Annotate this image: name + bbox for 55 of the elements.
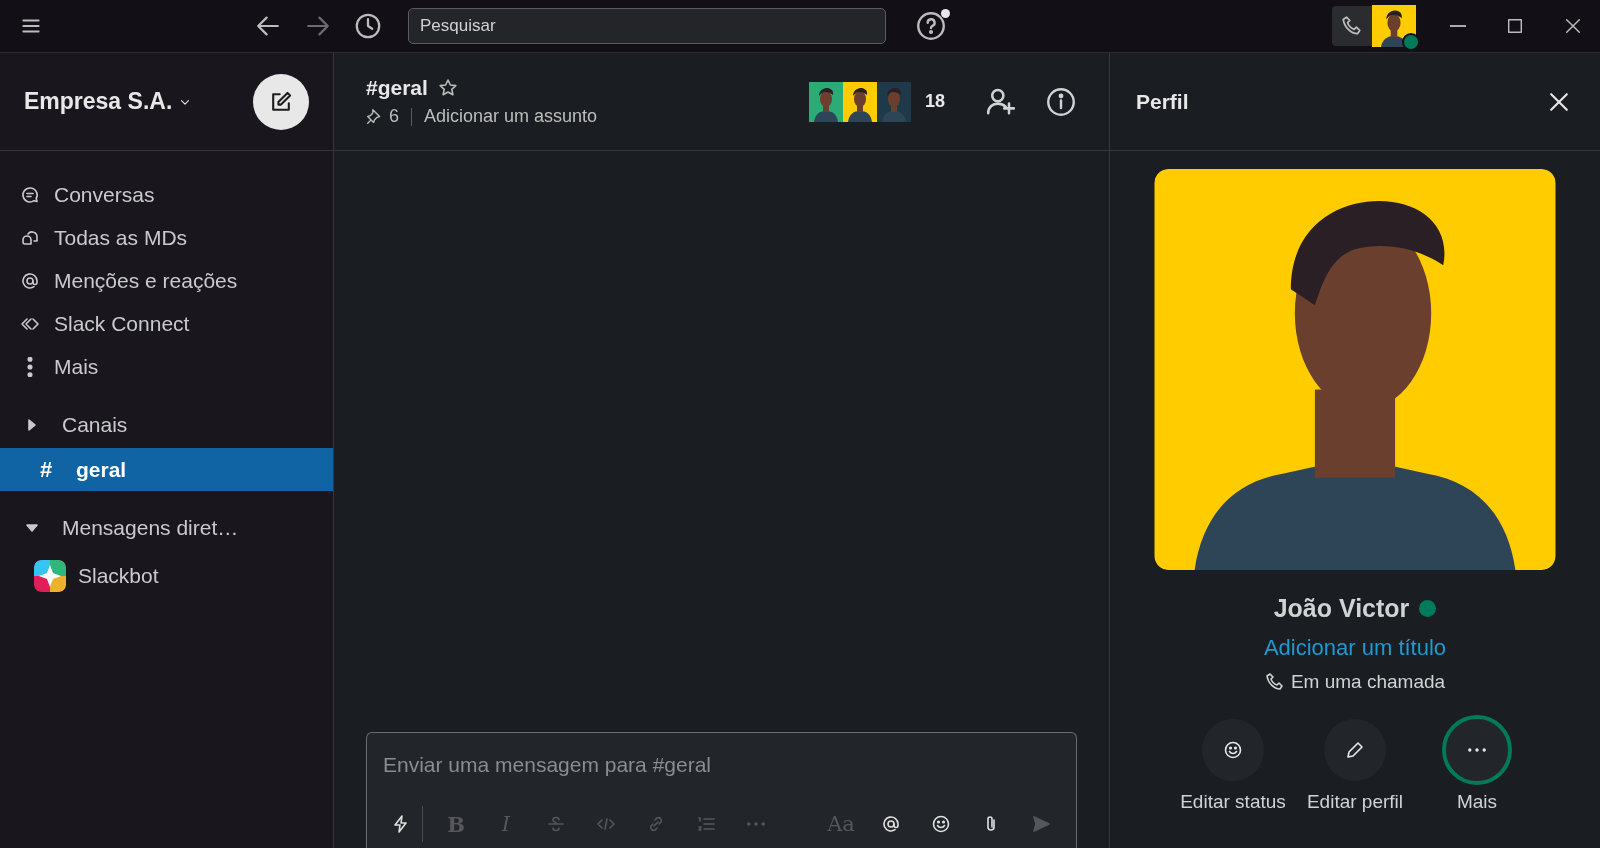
ellipsis-icon bbox=[1468, 748, 1486, 752]
profile-action-button[interactable]: Mais bbox=[1423, 719, 1531, 813]
panel-title: Perfil bbox=[1136, 89, 1189, 114]
send-icon bbox=[1031, 814, 1051, 834]
section-toggle[interactable]: Canais bbox=[0, 402, 333, 448]
sidebar-item[interactable]: Todas as MDs bbox=[0, 216, 333, 259]
info-icon bbox=[1046, 86, 1076, 117]
maximize-icon bbox=[1506, 17, 1524, 35]
phone-icon bbox=[1264, 672, 1285, 692]
bot-avatar-icon bbox=[34, 560, 66, 592]
profile-name: João Victor bbox=[1273, 594, 1410, 623]
star-button[interactable] bbox=[437, 78, 458, 98]
numbered-list-icon bbox=[696, 814, 716, 834]
at-sign-icon bbox=[20, 270, 40, 291]
history-button[interactable] bbox=[354, 12, 382, 40]
profile-action-button[interactable]: Editar status bbox=[1179, 719, 1287, 813]
caret-down-icon bbox=[26, 522, 38, 534]
profile-action-button[interactable]: Editar perfil bbox=[1301, 719, 1409, 813]
question-circle-icon bbox=[916, 11, 946, 41]
sidebar-item[interactable]: Slack Connect bbox=[0, 302, 333, 345]
clock-icon bbox=[354, 12, 382, 40]
user-avatar bbox=[1372, 5, 1416, 47]
call-button[interactable] bbox=[1332, 6, 1372, 46]
channel-name: #geral bbox=[366, 76, 428, 100]
sidebar-item[interactable]: Mais bbox=[0, 345, 333, 388]
members-button[interactable]: 18 bbox=[808, 81, 945, 122]
smiley-icon bbox=[1223, 740, 1243, 760]
close-window-button[interactable] bbox=[1564, 17, 1582, 35]
phone-icon bbox=[1341, 15, 1363, 37]
minimize-icon bbox=[1450, 25, 1466, 27]
pin-icon bbox=[366, 108, 383, 125]
status-text: Em uma chamada bbox=[1290, 671, 1446, 693]
member-avatar bbox=[808, 81, 843, 122]
pinned-button[interactable]: 6 bbox=[366, 106, 399, 127]
add-title-link[interactable]: Adicionar um título bbox=[1263, 635, 1447, 661]
direct-message-item[interactable]: Slackbot bbox=[0, 551, 333, 601]
star-icon bbox=[437, 78, 458, 98]
member-avatar bbox=[876, 81, 911, 122]
ellipsis-icon bbox=[747, 822, 765, 826]
member-avatar bbox=[842, 81, 877, 122]
section-toggle[interactable]: Mensagens diret… bbox=[0, 505, 333, 551]
topic-link[interactable]: Adicionar um assunto bbox=[424, 106, 598, 127]
channel-item[interactable]: # geral bbox=[0, 448, 333, 491]
threads-icon bbox=[20, 184, 40, 205]
sidebar-item[interactable]: Menções e reações bbox=[0, 259, 333, 302]
sidebar-item[interactable]: Conversas bbox=[0, 173, 333, 216]
workspace-menu[interactable]: Empresa S.A. bbox=[24, 88, 193, 115]
caret-right-icon bbox=[26, 419, 38, 431]
pencil-icon bbox=[1345, 740, 1365, 760]
strikethrough-icon bbox=[546, 814, 566, 834]
smiley-icon bbox=[931, 814, 951, 834]
search-field[interactable]: Pesquisar bbox=[408, 8, 886, 44]
at-sign-icon bbox=[881, 814, 901, 834]
maximize-button[interactable] bbox=[1506, 17, 1524, 35]
close-icon bbox=[1564, 17, 1582, 35]
